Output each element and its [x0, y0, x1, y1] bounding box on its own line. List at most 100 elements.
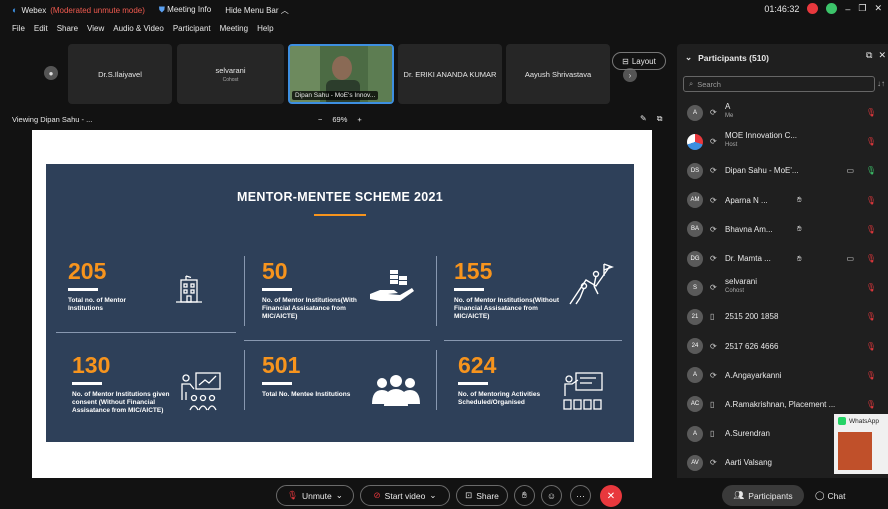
muted-mic-icon: 🎙︎: [865, 108, 876, 118]
avatar: BA: [687, 221, 703, 238]
tile-name: Aayush Shrivastava: [524, 69, 592, 79]
close-panel-icon[interactable]: ✕: [878, 50, 886, 61]
participant-row[interactable]: A ⟳ A.Angayarkanni 🎙︎: [677, 361, 888, 390]
tile-name: Dr.S.Ilaiyavel: [98, 69, 142, 79]
stat-underline: [262, 288, 292, 291]
share-label: Share: [476, 490, 499, 501]
notification-thumbnail: [838, 432, 872, 470]
connection-status-icon: [826, 3, 838, 14]
app-device-icon: ⟳: [710, 195, 717, 205]
app-device-icon: ⟳: [710, 458, 717, 468]
panel-header[interactable]: ⌄ Participants (510): [685, 52, 769, 63]
chevron-up-icon: ︿: [280, 5, 289, 15]
raised-hand-icon: ✋︎: [797, 224, 802, 234]
annotate-icon[interactable]: ✎: [640, 114, 647, 124]
app-device-icon: ⟳: [710, 283, 717, 293]
start-video-label: Start video: [384, 490, 426, 501]
avatar: 21: [687, 308, 703, 325]
active-speaker-tile[interactable]: Dipan Sahu - MoE's Innov...: [288, 44, 394, 104]
zoom-out-button[interactable]: −: [318, 115, 322, 124]
building-icon: [176, 275, 202, 303]
start-video-button[interactable]: ⊘ Start video ⌄: [360, 485, 450, 506]
menu-help[interactable]: Help: [257, 24, 273, 33]
participant-row[interactable]: 21 ▯ 2515 200 1858 🎙︎: [677, 302, 888, 331]
popout-icon[interactable]: ⧉: [657, 114, 663, 124]
share-button[interactable]: ⊡ Share: [456, 485, 508, 506]
participant-name: A.Angayarkanni: [725, 370, 782, 380]
stat-description: No. of Mentoring Activities Scheduled/Or…: [458, 391, 541, 407]
phone-device-icon: ▯: [710, 399, 715, 409]
participant-name: 2515 200 1858: [725, 312, 779, 322]
popout-panel-icon[interactable]: ⧉: [866, 50, 872, 61]
viewing-label: Viewing Dipan Sahu - ...: [12, 115, 93, 124]
whatsapp-notification[interactable]: WhatsApp: [834, 414, 888, 474]
tile-role: Cohost: [222, 76, 239, 83]
menu-meeting[interactable]: Meeting: [220, 24, 248, 33]
close-button[interactable]: ✕: [874, 3, 882, 14]
app-device-icon: ⟳: [710, 370, 717, 380]
participants-button[interactable]: 👥︎ Participants: [722, 485, 804, 506]
moderated-mode-label: (Moderated unmute mode): [50, 5, 145, 15]
strip-prev-button[interactable]: ●: [44, 66, 58, 80]
video-tile[interactable]: Aayush Shrivastava: [506, 44, 610, 104]
participant-name: Aparna N ...: [725, 195, 768, 205]
participant-name: A.Ramakrishnan, Placement ...: [725, 399, 836, 409]
muted-mic-icon: 🎙︎: [287, 490, 298, 500]
stat-underline: [72, 382, 102, 385]
participant-row[interactable]: DS ⟳ Dipan Sahu - MoE'... ▭ 🎙︎: [677, 156, 888, 185]
column-divider: [244, 350, 245, 410]
phone-device-icon: ▯: [710, 312, 715, 322]
app-device-icon: ⟳: [710, 224, 717, 234]
participant-row[interactable]: DG ⟳ Dr. Mamta ... ✋︎ ▭ 🎙︎: [677, 244, 888, 273]
zoom-in-button[interactable]: +: [357, 115, 361, 124]
participant-row[interactable]: 24 ⟳ 2517 626 4666 🎙︎: [677, 332, 888, 361]
raise-hand-button[interactable]: ✋︎: [514, 485, 535, 506]
restore-button[interactable]: ❐: [858, 3, 866, 14]
muted-mic-icon: 🎙︎: [865, 399, 876, 409]
people-icon: 👥︎: [733, 490, 745, 500]
menu-view[interactable]: View: [87, 24, 104, 33]
participant-row[interactable]: BA ⟳ Bhavna Am... ✋︎ 🎙︎: [677, 215, 888, 244]
leave-meeting-button[interactable]: ✕: [600, 485, 622, 507]
whatsapp-icon: [838, 417, 846, 425]
menu-edit[interactable]: Edit: [34, 24, 48, 33]
column-divider: [436, 256, 437, 326]
video-tile[interactable]: Dr.S.Ilaiyavel: [68, 44, 172, 104]
video-tile[interactable]: selvarani Cohost: [177, 44, 284, 104]
chat-button[interactable]: ◯ Chat: [815, 485, 861, 506]
menu-participant[interactable]: Participant: [173, 24, 211, 33]
menu-audio-video[interactable]: Audio & Video: [113, 24, 164, 33]
stat-underline: [68, 288, 98, 291]
participant-role: Me: [725, 113, 734, 119]
row-divider: [444, 340, 622, 341]
app-name: Webex: [21, 5, 47, 15]
video-tile[interactable]: Dr. ERIKI ANANDA KUMAR: [398, 44, 502, 104]
more-options-button[interactable]: ···: [570, 485, 591, 506]
app-device-icon: ⟳: [710, 166, 717, 176]
menu-file[interactable]: File: [12, 24, 25, 33]
participants-panel: ⌄ Participants (510) ⧉ ✕ ⌕ Search ↓↑ A ⟳…: [677, 44, 888, 478]
avatar: A: [687, 104, 703, 121]
layout-button[interactable]: ⊟ Layout: [612, 52, 666, 70]
participant-search-input[interactable]: ⌕ Search: [683, 76, 875, 92]
shared-content-area: MENTOR-MENTEE SCHEME 2021 205 Total no. …: [32, 130, 652, 478]
sort-icon[interactable]: ↓↑: [877, 79, 885, 88]
reactions-button[interactable]: ☺: [541, 485, 562, 506]
participant-role: Cohost: [725, 288, 745, 295]
tile-name: Dr. ERIKI ANANDA KUMAR: [403, 69, 497, 79]
strip-next-button[interactable]: ›: [623, 68, 637, 82]
participant-row[interactable]: AM ⟳ Aparna N ... ✋︎ 🎙︎: [677, 186, 888, 215]
video-camera-icon: ▭: [846, 166, 854, 176]
app-device-icon: ⟳: [710, 137, 717, 147]
menu-share[interactable]: Share: [57, 24, 78, 33]
meeting-info-button[interactable]: ⛊ Meeting Info: [159, 5, 211, 15]
stat-underline: [262, 382, 292, 385]
hide-menu-bar-button[interactable]: Hide Menu Bar ︿: [225, 5, 289, 16]
participant-row[interactable]: S ⟳ selvarani Cohost 🎙︎: [677, 273, 888, 302]
participant-row[interactable]: A ⟳ A Me 🎙︎: [677, 98, 888, 127]
participant-row[interactable]: ⟳ MOE Innovation C... Host 🎙︎: [677, 127, 888, 156]
unmute-button[interactable]: 🎙︎ Unmute ⌄: [276, 485, 354, 506]
video-camera-icon: ▭: [846, 254, 854, 264]
stat-description: No. of Mentor Institutions given consent…: [72, 391, 170, 415]
minimize-button[interactable]: –: [845, 4, 850, 14]
